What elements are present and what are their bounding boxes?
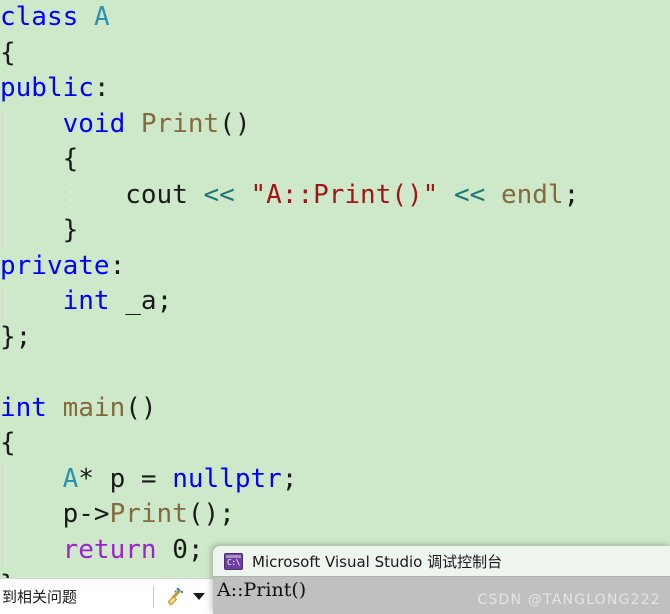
source-code[interactable]: class A{public: void Print() { cout << "…	[0, 0, 579, 578]
code-token: A	[93, 2, 110, 32]
console-output-area[interactable]: A::Print() CSDN @TANGLONG222	[213, 576, 670, 614]
screen: class A{public: void Print() { cout << "…	[0, 0, 670, 614]
watermark: CSDN @TANGLONG222	[477, 592, 661, 608]
code-token: class	[0, 2, 79, 32]
code-token: cout	[125, 179, 188, 210]
code-token: ;	[563, 179, 580, 210]
code-token: public	[0, 73, 94, 103]
code-token: :	[93, 73, 110, 103]
code-line: }	[0, 213, 579, 249]
code-token: ()	[219, 108, 251, 139]
code-token: <<	[203, 179, 235, 210]
code-line: {	[0, 426, 579, 462]
code-token: * p =	[78, 463, 173, 494]
code-line: cout << "A::Print()" << endl;	[0, 178, 579, 214]
code-token: return	[62, 534, 157, 565]
code-token: endl	[500, 179, 564, 210]
code-token: p->	[62, 499, 110, 529]
code-token: int	[0, 392, 47, 423]
code-token: :	[109, 250, 126, 281]
code-token: _a	[125, 286, 157, 316]
code-line: private:	[0, 249, 579, 285]
code-token: Print	[140, 108, 220, 139]
console-app-icon: C:\	[224, 552, 243, 570]
code-token: }	[0, 570, 16, 578]
debug-console-window[interactable]: C:\ Microsoft Visual Studio 调试控制台 A::Pri…	[213, 546, 670, 614]
code-token: Print	[109, 499, 188, 529]
code-line: p->Print();	[0, 497, 579, 533]
console-window-title: Microsoft Visual Studio 调试控制台	[252, 552, 503, 571]
code-token: 0	[172, 534, 188, 565]
code-token: A	[62, 463, 79, 494]
code-line: int main()	[0, 391, 579, 427]
code-line: };	[0, 320, 579, 356]
code-token: ;	[156, 286, 173, 316]
code-line: class A	[0, 0, 579, 36]
code-token: "A::Print()"	[250, 179, 439, 210]
console-title-bar[interactable]: C:\ Microsoft Visual Studio 调试控制台	[213, 546, 670, 576]
code-token: private	[0, 250, 110, 281]
code-token: };	[0, 321, 32, 352]
broom-icon[interactable]	[164, 586, 186, 608]
code-token: ();	[187, 499, 235, 529]
code-token: ;	[187, 534, 204, 565]
status-separator	[153, 585, 154, 608]
code-token: {	[0, 428, 16, 458]
code-line: {	[0, 142, 579, 178]
code-token: main	[62, 392, 126, 423]
code-token: void	[62, 108, 126, 139]
code-editor[interactable]: class A{public: void Print() { cout << "…	[0, 0, 670, 578]
code-token: {	[62, 144, 79, 174]
code-line: void Print()	[0, 107, 579, 143]
code-token: int	[62, 286, 110, 316]
chevron-down-icon[interactable]	[193, 593, 205, 600]
console-icon-glyph: C:\	[227, 557, 240, 567]
code-token: <<	[453, 179, 486, 210]
code-token: nullptr	[172, 463, 282, 494]
status-bar: 到相关问题	[0, 578, 213, 614]
code-token: }	[62, 215, 79, 245]
code-token: ()	[125, 392, 157, 423]
code-line: {	[0, 36, 579, 72]
code-line: int _a;	[0, 284, 579, 320]
code-line: public:	[0, 71, 579, 107]
status-message: 到相关问题	[2, 588, 78, 606]
code-line: A* p = nullptr;	[0, 462, 579, 498]
code-token: {	[0, 37, 16, 68]
code-token: ;	[281, 463, 298, 494]
